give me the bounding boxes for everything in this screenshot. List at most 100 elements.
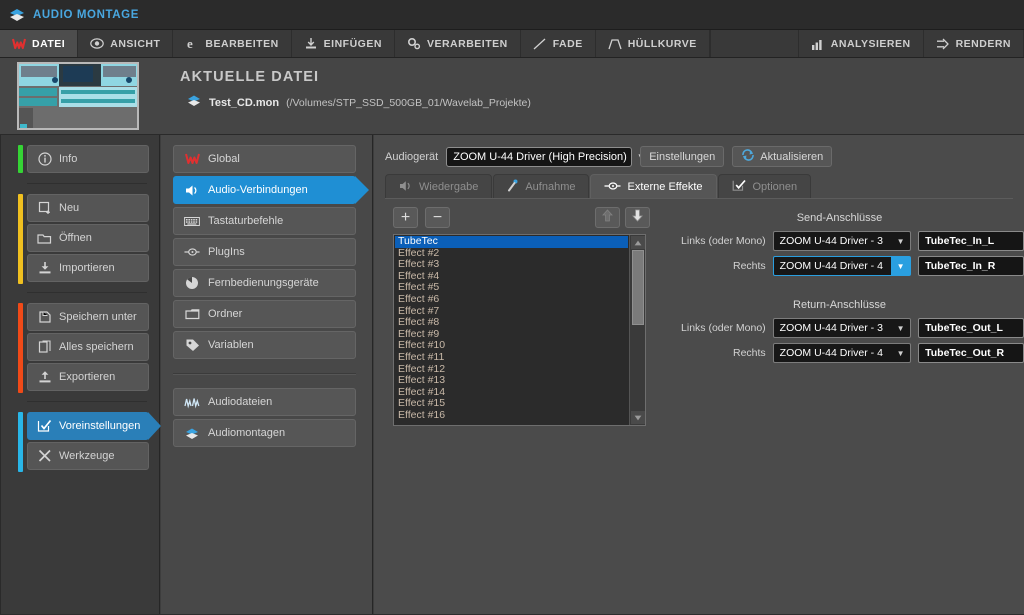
settings-tabs: Wiedergabe Aufnahme Externe Effekte Opti…	[385, 174, 812, 199]
window-titlebar: AUDIO MONTAGE	[0, 0, 1024, 30]
return-right-name-value: TubeTec_Out_R	[925, 347, 1005, 359]
edit-e-icon: e	[185, 37, 199, 51]
export-upload-icon	[37, 370, 52, 385]
send-right-name-field[interactable]: TubeTec_In_R	[918, 256, 1024, 276]
sidebar-item-werkzeuge[interactable]: Werkzeuge	[27, 442, 149, 470]
send-left-name-field[interactable]: TubeTec_In_L	[918, 231, 1024, 251]
add-effect-button[interactable]: +	[393, 207, 418, 228]
microphone-icon	[507, 179, 519, 195]
eye-icon	[90, 37, 105, 51]
sidebar-group-settings: Voreinstellungen Werkzeuge	[0, 412, 161, 472]
remote-knob-icon	[184, 276, 200, 291]
options-check-icon	[732, 179, 747, 195]
effect-list-item[interactable]: Effect #11	[395, 351, 628, 364]
sidebar-item-label: Neu	[59, 202, 80, 214]
plug-connector-icon	[604, 181, 621, 194]
effect-list-item[interactable]: Effect #6	[395, 293, 628, 306]
category-item-plugins[interactable]: PlugIns	[173, 238, 356, 266]
montage-thumbnail[interactable]	[17, 62, 139, 130]
category-item-audiodateien[interactable]: Audiodateien	[173, 388, 356, 416]
effects-list-items[interactable]: TubeTec Effect #2 Effect #3 Effect #4 Effect…	[394, 235, 629, 425]
sidebar-item-alles-speichern[interactable]: Alles speichern	[27, 333, 149, 361]
menu-item-fade[interactable]: FADE	[521, 30, 596, 57]
effect-list-item[interactable]: TubeTec	[395, 235, 628, 248]
return-right-name-field[interactable]: TubeTec_Out_R	[918, 343, 1024, 363]
category-item-fernbedienungsgeraete[interactable]: Fernbedienungsgeräte	[173, 269, 356, 297]
send-row-right: Rechts ZOOM U-44 Driver - 4 ▼ TubeTec_In…	[655, 256, 1024, 276]
effects-list[interactable]: TubeTec Effect #2 Effect #3 Effect #4 Effect…	[393, 234, 646, 426]
category-item-global[interactable]: Global	[173, 145, 356, 173]
sidebar-item-voreinstellungen[interactable]: Voreinstellungen	[27, 412, 161, 440]
return-left-name-field[interactable]: TubeTec_Out_L	[918, 318, 1024, 338]
tab-wiedergabe[interactable]: Wiedergabe	[385, 174, 493, 199]
menu-item-rendern[interactable]: RENDERN	[924, 30, 1024, 57]
move-down-button[interactable]	[625, 207, 650, 228]
sidebar-item-label: Voreinstellungen	[59, 420, 141, 432]
send-section-title: Send-Anschlüsse	[796, 212, 883, 224]
sidebar-item-oeffnen[interactable]: Öffnen	[27, 224, 149, 252]
send-left-label: Links (oder Mono)	[681, 235, 766, 247]
category-item-audio-verbindungen[interactable]: Audio-Verbindungen	[173, 176, 369, 204]
return-left-device-select[interactable]: ZOOM U-44 Driver - 3 ▼	[772, 318, 912, 338]
category-item-ordner[interactable]: Ordner	[173, 300, 356, 328]
effects-list-scrollbar[interactable]	[629, 235, 645, 425]
tab-externe-effekte[interactable]: Externe Effekte	[590, 174, 717, 199]
effect-list-item[interactable]: Effect #8	[395, 317, 628, 329]
sidebar-item-label: Exportieren	[59, 371, 116, 383]
scroll-down-icon[interactable]	[631, 411, 645, 424]
sidebar-group-info: Info	[0, 135, 159, 173]
refresh-button[interactable]: Aktualisieren	[732, 146, 833, 167]
sidebar-item-exportieren[interactable]: Exportieren	[27, 363, 149, 391]
menu-label: ANSICHT	[110, 37, 161, 50]
menu-item-huellkurve[interactable]: HÜLLKURVE	[596, 30, 710, 57]
speaker-icon	[184, 183, 200, 198]
send-right-device-value: ZOOM U-44 Driver - 4	[779, 260, 883, 272]
menu-item-verarbeiten[interactable]: VERARBEITEN	[395, 30, 521, 57]
tabs-underline	[385, 198, 1013, 199]
send-left-device-select[interactable]: ZOOM U-44 Driver - 3 ▼	[772, 231, 912, 251]
scrollbar-thumb[interactable]	[632, 250, 644, 325]
menu-item-bearbeiten[interactable]: e BEARBEITEN	[173, 30, 292, 57]
sidebar-item-neu[interactable]: Neu	[27, 194, 149, 222]
wavelab-w-icon	[184, 152, 200, 167]
menu-item-datei[interactable]: DATEI	[0, 30, 79, 57]
sidebar-divider	[27, 292, 147, 293]
effect-list-item[interactable]: Effect #16	[395, 409, 628, 422]
settings-button[interactable]: Einstellungen	[640, 146, 725, 167]
folder-open-icon	[37, 231, 52, 246]
new-document-icon	[37, 201, 52, 216]
wavelab-w-icon	[12, 37, 26, 51]
sidebar-item-label: Info	[59, 153, 78, 165]
return-left-label: Links (oder Mono)	[681, 322, 766, 334]
folder-icon	[184, 307, 200, 322]
menu-item-analysieren[interactable]: ANALYSIEREN	[799, 30, 924, 57]
envelope-curve-icon	[608, 37, 622, 51]
audio-device-row: Audiogerät ZOOM U-44 Driver (High Precis…	[385, 146, 833, 167]
return-right-label: Rechts	[732, 347, 766, 359]
audio-montage-icon	[8, 8, 26, 22]
sidebar-item-speichern-unter[interactable]: Speichern unter	[27, 303, 149, 331]
category-item-variablen[interactable]: Variablen	[173, 331, 356, 359]
remove-effect-button[interactable]: −	[425, 207, 450, 228]
sidebar-item-info[interactable]: Info	[27, 145, 149, 173]
sidebar-item-importieren[interactable]: Importieren	[27, 254, 149, 282]
tab-optionen[interactable]: Optionen	[717, 174, 812, 199]
arrow-down-icon	[632, 209, 643, 227]
bar-chart-icon	[811, 37, 825, 51]
category-item-audiomontagen[interactable]: Audiomontagen	[173, 419, 356, 447]
category-item-tastaturbefehle[interactable]: Tastaturbefehle	[173, 207, 356, 235]
sidebar-item-label: Öffnen	[59, 232, 92, 244]
menu-item-einfuegen[interactable]: EINFÜGEN	[292, 30, 395, 57]
scroll-up-icon[interactable]	[631, 236, 645, 249]
audio-device-value: ZOOM U-44 Driver (High Precision)	[453, 150, 627, 163]
return-right-device-select[interactable]: ZOOM U-44 Driver - 4 ▼	[772, 343, 912, 363]
audio-device-select[interactable]: ZOOM U-44 Driver (High Precision) ▼	[446, 146, 645, 167]
tab-aufnahme[interactable]: Aufnahme	[493, 174, 590, 199]
menu-label: HÜLLKURVE	[627, 37, 697, 50]
settings-category-sidebar: Global Audio-Verbindungen Tastaturbefehl…	[161, 135, 373, 615]
move-up-button[interactable]	[595, 207, 620, 228]
effect-list-item[interactable]: Effect #13	[395, 375, 628, 387]
menu-item-ansicht[interactable]: ANSICHT	[78, 30, 174, 57]
refresh-arrows-icon	[741, 149, 755, 164]
send-right-device-select[interactable]: ZOOM U-44 Driver - 4 ▼	[772, 256, 912, 276]
